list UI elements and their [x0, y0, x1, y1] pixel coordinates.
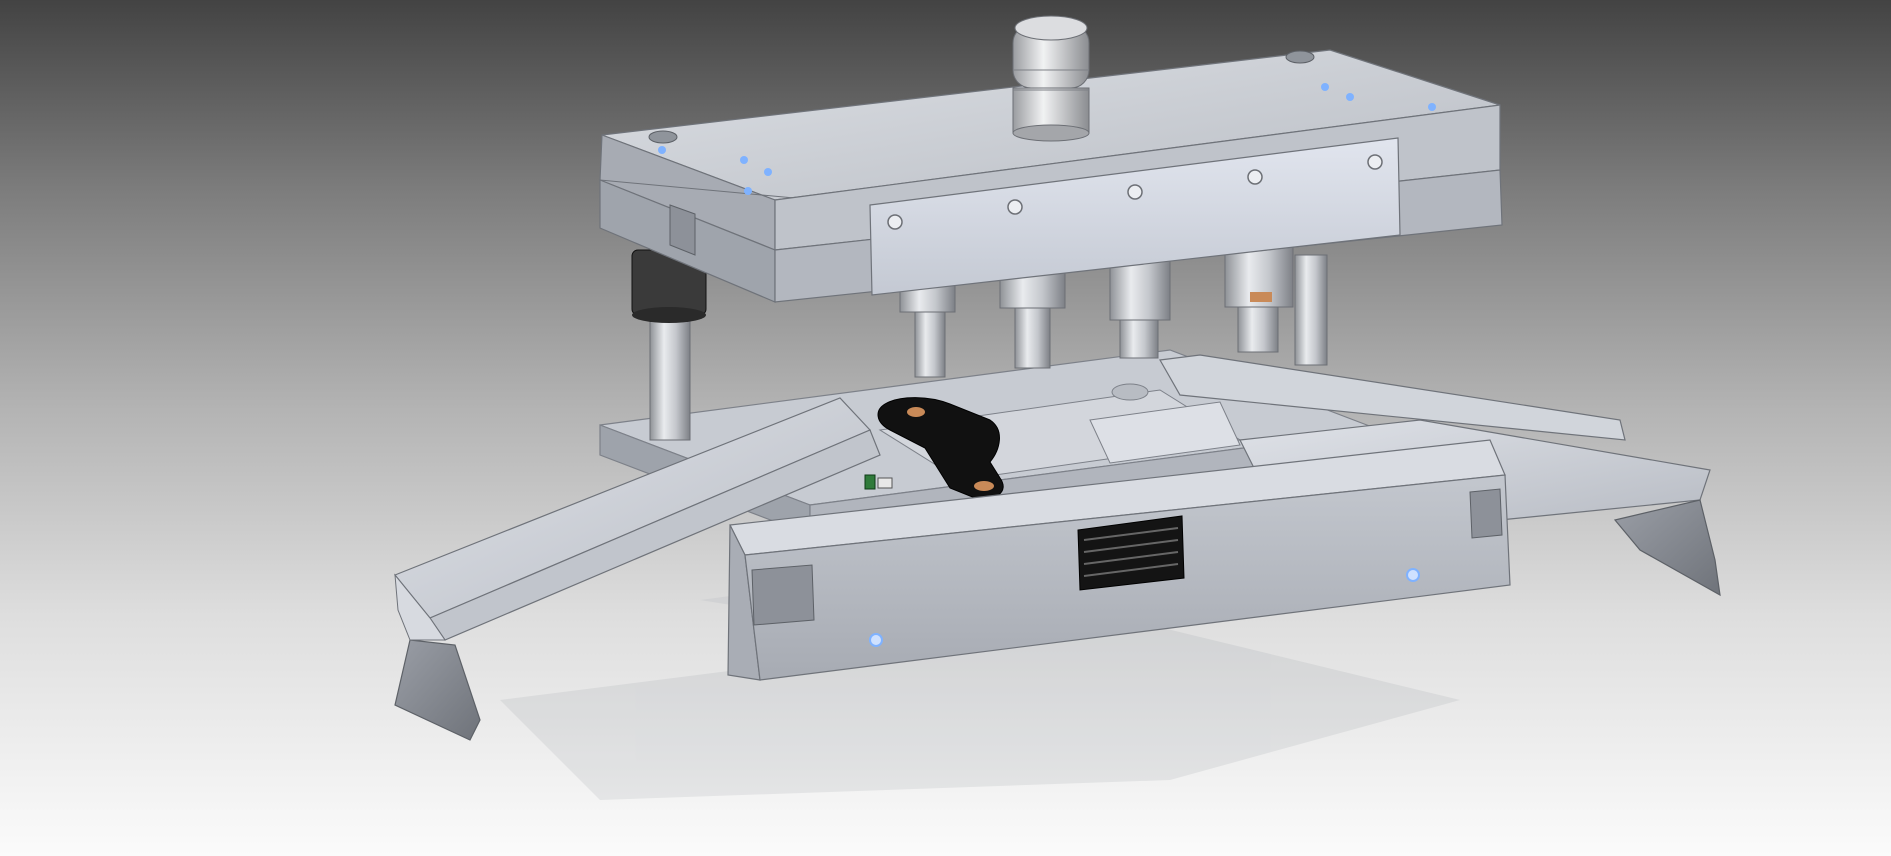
mounting-hole	[1285, 50, 1315, 64]
reference-marker[interactable]	[1406, 568, 1420, 582]
copper-insert	[1250, 292, 1272, 302]
die-shank[interactable]	[1012, 15, 1090, 142]
guide-pillar-right[interactable]	[1294, 254, 1328, 366]
reference-marker[interactable]	[869, 633, 883, 647]
guide-pillar-left[interactable]	[631, 249, 707, 441]
mounting-hole	[648, 130, 678, 144]
cad-viewport[interactable]	[0, 0, 1891, 856]
die-assembly-3d-render[interactable]	[0, 0, 1891, 856]
